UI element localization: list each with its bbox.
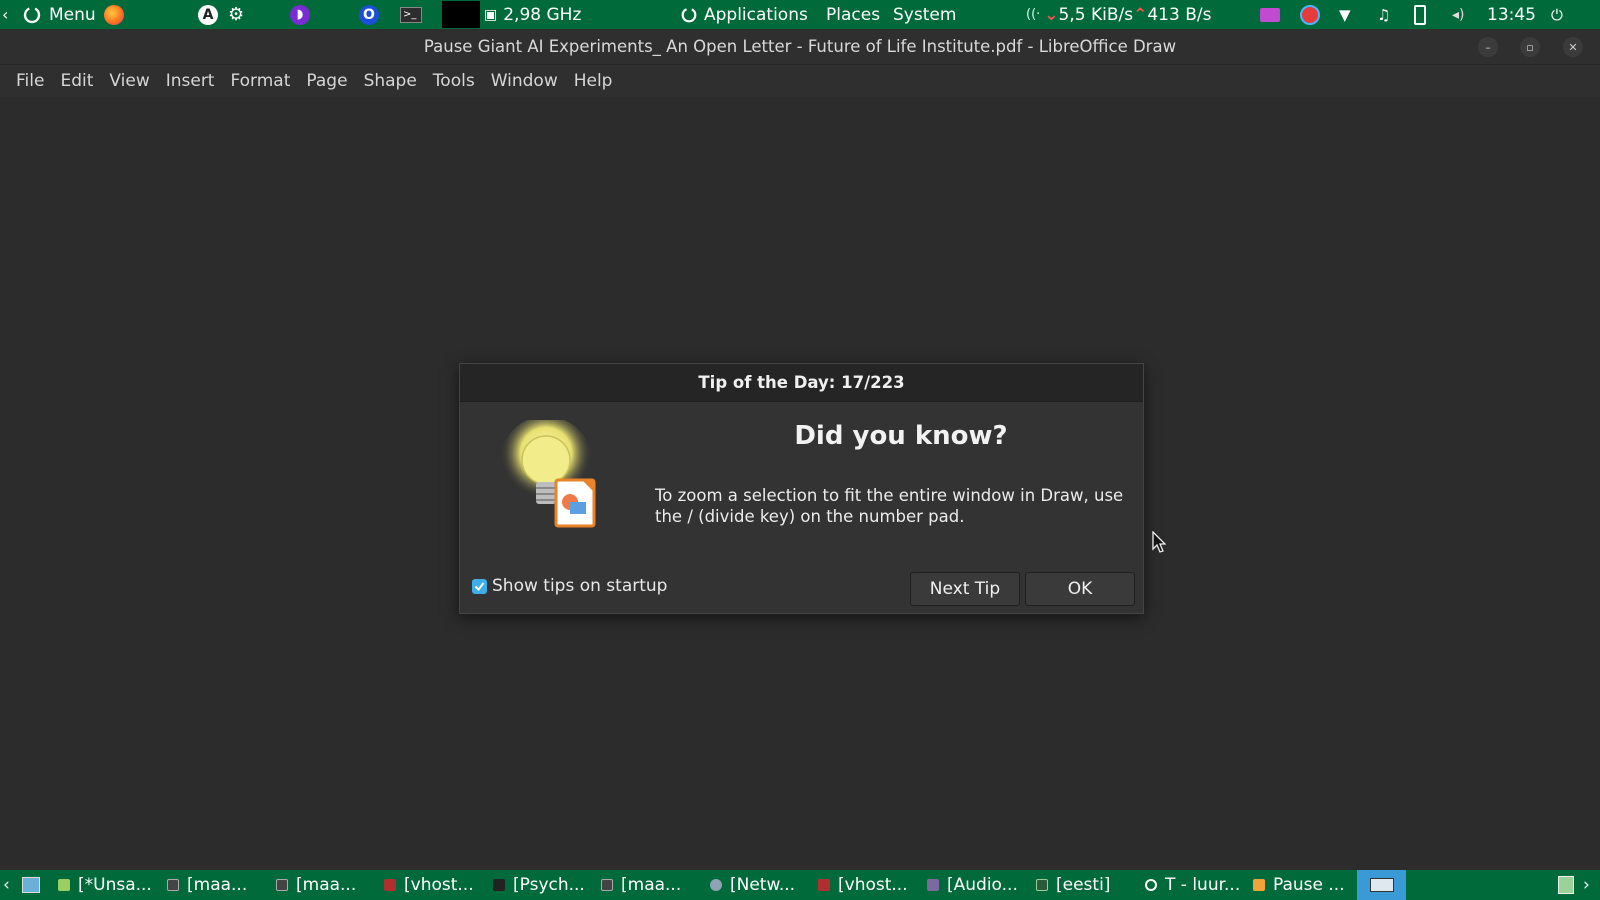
close-icon: ✕ [1568,40,1578,54]
taskbar-scroll-left-icon[interactable]: ‹ [3,870,10,900]
terminal-icon [167,879,179,891]
network-monitor[interactable]: ((· ⌄ 5,5 KiB/s ⌃ 413 B/s [1026,0,1211,29]
restore-icon: ▫ [1526,40,1534,54]
taskbar-item-psych[interactable]: [Psych... [493,870,585,900]
dialog-heading: Did you know? [794,421,1008,451]
top-panel: ‹ Menu A ⚙ ◗ O >_ ▣ 2,98 GHz Application… [0,0,1600,29]
menu-label: Menu [49,4,96,25]
network-download-rate: 5,5 KiB/s [1058,4,1134,25]
taskbar-item-filezilla-2[interactable]: [vhost... [818,870,908,900]
window-title-bar[interactable]: Pause Giant AI Experiments_ An Open Lett… [0,29,1600,65]
filezilla-icon [384,879,396,891]
network-upload-rate: 413 B/s [1147,4,1212,25]
taskbar-item-active-dialog[interactable] [1357,870,1406,900]
menu-help[interactable]: Help [566,65,621,97]
show-tips-label: Show tips on startup [492,576,668,596]
download-arrow-icon: ⌄ [1044,4,1059,25]
minimize-icon: – [1485,40,1491,54]
maximize-button[interactable]: ▫ [1520,37,1540,57]
battery-icon[interactable] [1414,0,1426,29]
update-manager-icon[interactable] [1300,0,1320,29]
dialog-window-icon [1369,878,1394,892]
wifi-signal-icon: ((· [1026,7,1041,22]
window-icon [493,879,505,891]
taskbar-item-terminal-2[interactable]: [maa... [276,870,356,900]
show-desktop-icon[interactable] [22,870,40,900]
cpu-frequency: 2,98 GHz [503,4,582,25]
terminal-icon [276,879,288,891]
show-tips-checkbox[interactable] [472,578,487,594]
terminal-launcher-icon[interactable]: >_ [400,0,422,29]
ok-button[interactable]: OK [1025,572,1135,606]
taskbar-item-text-editor[interactable]: [*Unsa... [58,870,152,900]
taskbar-item-filezilla-1[interactable]: [vhost... [384,870,474,900]
minimize-button[interactable]: – [1478,37,1498,57]
media-indicator-icon[interactable] [1260,0,1280,29]
cpu-chip-icon: ▣ [484,6,498,23]
checkmark-icon [474,581,485,591]
app-launcher-a-icon[interactable]: A [198,0,218,29]
taskbar-item-terminal-1[interactable]: [maa... [167,870,247,900]
menu-page[interactable]: Page [298,65,355,97]
menu-view[interactable]: View [101,65,157,97]
dialog-title[interactable]: Tip of the Day: 17/223 [460,364,1143,402]
lightbulb-draw-icon [496,416,606,530]
menu-insert[interactable]: Insert [158,65,223,97]
volume-icon[interactable]: ◂) [1452,0,1465,29]
cpu-graph [442,0,480,29]
cpu-frequency-monitor[interactable]: ▣ 2,98 GHz [484,0,581,29]
menu-tools[interactable]: Tools [425,65,483,97]
taskbar-item-audio[interactable]: [Audio... [927,870,1018,900]
menu-button[interactable]: Menu [22,0,96,29]
taskbar-item-terminal-3[interactable]: [maa... [601,870,681,900]
notifications-icon[interactable]: ♫ [1377,0,1390,29]
menu-edit[interactable]: Edit [52,65,101,97]
window-icon [1036,879,1048,891]
taskbar: ‹ [*Unsa... [maa... [maa... [vhost... [P… [0,870,1600,900]
menu-format[interactable]: Format [222,65,298,97]
panel-scroll-left-icon[interactable]: ‹ [2,0,8,29]
trash-icon[interactable] [1558,870,1574,900]
podcast-app-icon[interactable]: ◗ [290,0,310,29]
mint-logo-icon [22,5,42,25]
applications-menu[interactable]: Applications [680,0,808,29]
places-menu[interactable]: Places [826,0,880,29]
opera-icon [1145,879,1157,891]
system-menu[interactable]: System [893,0,956,29]
next-tip-button[interactable]: Next Tip [910,572,1020,606]
mouse-cursor-icon [1152,530,1167,557]
show-tips-checkbox-row[interactable]: Show tips on startup [472,576,667,596]
menu-bar: File Edit View Insert Format Page Shape … [0,65,1600,97]
applications-icon [680,6,698,24]
menu-shape[interactable]: Shape [356,65,425,97]
wifi-icon[interactable]: ▼ [1339,0,1351,29]
clock[interactable]: 13:45 [1487,0,1536,29]
window-title: Pause Giant AI Experiments_ An Open Lett… [423,37,1177,56]
libreoffice-draw-icon [1253,879,1265,891]
audio-icon [927,879,939,891]
opera-launcher-icon[interactable]: O [359,0,379,29]
network-icon [710,879,722,891]
tip-of-the-day-dialog: Tip of the Day: 17/223 Did you know? To … [459,363,1144,614]
tip-text: To zoom a selection to fit the entire wi… [655,486,1124,526]
menu-file[interactable]: File [8,65,52,97]
upload-arrow-icon: ⌃ [1133,4,1148,25]
filezilla-icon [818,879,830,891]
taskbar-item-opera[interactable]: T - luur... [1145,870,1240,900]
taskbar-item-network[interactable]: [Netw... [710,870,795,900]
power-icon[interactable]: ⏻ [1551,0,1563,29]
firefox-launcher-icon[interactable] [104,0,124,29]
settings-gears-icon[interactable]: ⚙ [228,0,244,29]
taskbar-item-eesti[interactable]: [eesti] [1036,870,1110,900]
terminal-icon [601,879,613,891]
menu-window[interactable]: Window [483,65,566,97]
close-button[interactable]: ✕ [1563,37,1583,57]
text-editor-icon [58,879,70,891]
taskbar-scroll-right-icon[interactable]: › [1583,870,1590,900]
taskbar-item-libreoffice-draw[interactable]: Pause ... [1253,870,1345,900]
